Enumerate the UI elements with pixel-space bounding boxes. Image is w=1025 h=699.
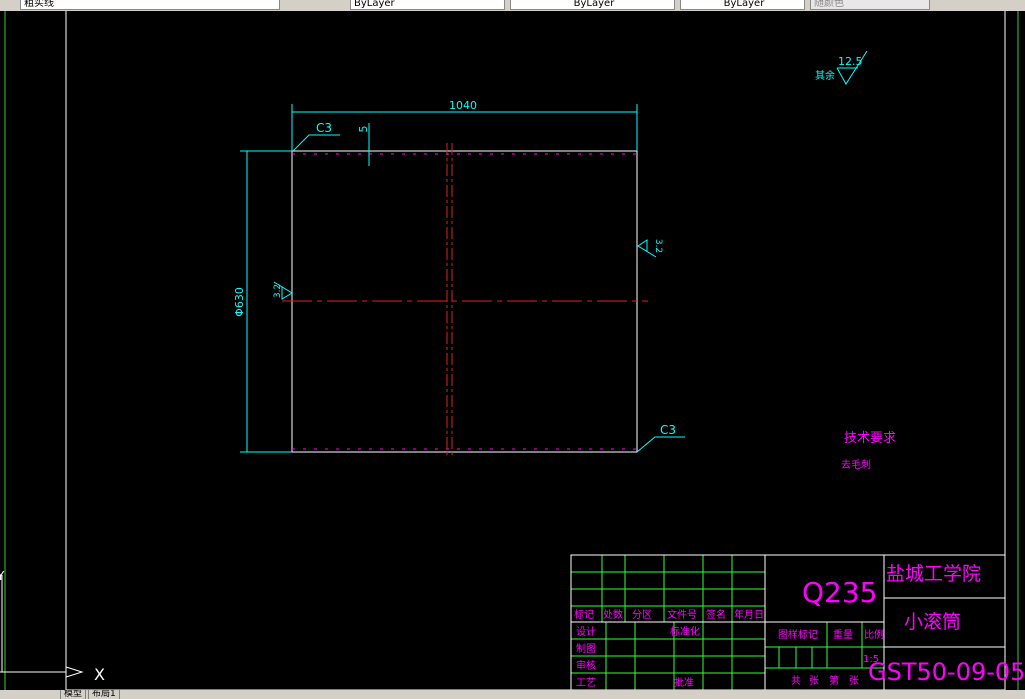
plotstyle-value: 随颜色 bbox=[814, 0, 844, 9]
row-review: 审核 bbox=[576, 659, 596, 672]
dim-width-text: 1040 bbox=[449, 99, 477, 112]
roughness-general-text: 12.5 bbox=[838, 55, 863, 68]
header-mark: 标记 bbox=[574, 609, 594, 621]
color-dropdown[interactable]: ByLayer bbox=[350, 0, 505, 10]
approve-label: 批准 bbox=[674, 676, 694, 689]
header-zone: 分区 bbox=[632, 609, 652, 621]
weight-label: 重量 bbox=[833, 628, 853, 641]
lineweight-value: ByLayer bbox=[723, 0, 765, 9]
header-count: 处数 bbox=[603, 608, 623, 621]
ucs-y-label: Y bbox=[0, 569, 5, 583]
ucs-x-label: X bbox=[94, 665, 105, 684]
roughness-left-text: 3.2 bbox=[273, 284, 283, 298]
header-doc-no: 文件号 bbox=[667, 608, 697, 621]
lineweight-dropdown[interactable]: ByLayer bbox=[680, 0, 805, 10]
part-name: 小滚筒 bbox=[904, 611, 961, 633]
tech-requirements-title: 技术要求 bbox=[844, 431, 896, 446]
scale-label: 比例 bbox=[864, 628, 884, 641]
tab-model[interactable]: 模型 bbox=[60, 690, 87, 699]
linetype-dropdown[interactable]: ByLayer bbox=[510, 0, 675, 10]
plotstyle-dropdown[interactable]: 随颜色 bbox=[810, 0, 930, 10]
material: Q235 bbox=[802, 576, 877, 609]
header-sign: 签名 bbox=[706, 608, 726, 621]
sheets-unit-1: 张 bbox=[809, 675, 819, 687]
header-date: 年月日 bbox=[734, 608, 764, 621]
tech-requirement-item: 去毛刺 bbox=[841, 459, 871, 471]
mark-label: 图样标记 bbox=[778, 628, 818, 641]
roughness-general-label: 其余 bbox=[815, 69, 835, 82]
tab-layout1[interactable]: 布局1 bbox=[88, 690, 120, 699]
drawing-canvas[interactable]: 1040 Φ630 C3 C3 5 3.2 3.2 12.5 其余 技术要求 去… bbox=[0, 11, 1025, 692]
chamfer-bottom-text: C3 bbox=[660, 423, 676, 437]
sheets-total-label: 共 bbox=[791, 675, 801, 687]
row-design: 设计 bbox=[576, 625, 596, 638]
layer-dropdown[interactable]: 粗实线 bbox=[20, 0, 280, 10]
layout-tabs: 模型 布局1 bbox=[0, 690, 1025, 699]
sheets-unit-2: 张 bbox=[849, 675, 859, 687]
row-process: 工艺 bbox=[576, 677, 596, 689]
school-name: 盐城工学院 bbox=[886, 563, 981, 585]
layer-value: 粗实线 bbox=[24, 0, 54, 9]
linetype-value: ByLayer bbox=[573, 0, 615, 9]
dim-offset-text: 5 bbox=[357, 126, 370, 133]
chamfer-top-text: C3 bbox=[316, 121, 332, 135]
properties-toolbar: 粗实线 ByLayer ByLayer ByLayer 随颜色 bbox=[0, 0, 1025, 11]
drawing-number: GST50-09-05 bbox=[868, 658, 1025, 686]
row-draw: 制图 bbox=[576, 642, 596, 655]
dim-diameter-text: Φ630 bbox=[233, 287, 246, 317]
color-value: ByLayer bbox=[354, 0, 395, 9]
standardize-label: 标准化 bbox=[670, 625, 700, 638]
sheet-no-label: 第 bbox=[829, 674, 839, 687]
roughness-right-text: 3.2 bbox=[653, 239, 663, 253]
